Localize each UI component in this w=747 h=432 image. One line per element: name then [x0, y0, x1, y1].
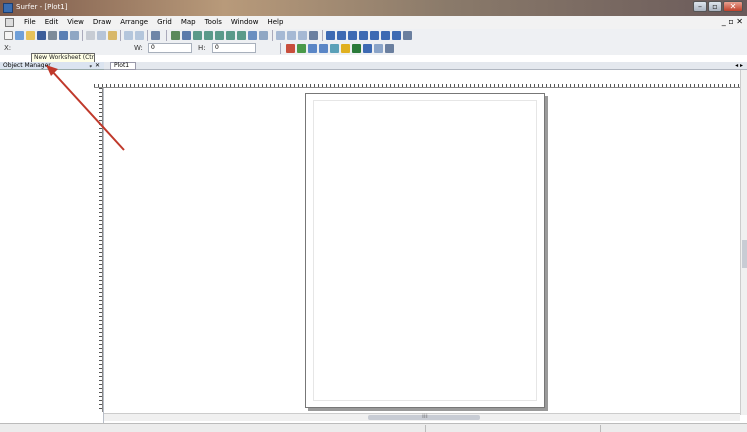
menu-map[interactable]: Map [181, 18, 196, 26]
map-wireframe-icon[interactable] [352, 44, 361, 53]
toolbar-separator [120, 30, 121, 41]
toolbar-separator [147, 30, 148, 41]
map-image-icon[interactable] [297, 44, 306, 53]
toolbar-separator [82, 30, 83, 41]
map-3d-surface-icon[interactable] [330, 44, 339, 53]
width-field[interactable]: 0 [148, 43, 192, 53]
export-icon[interactable] [59, 31, 68, 40]
position-size-toolbar: X: W: 0 H: 0 [0, 42, 747, 55]
zoom-rectangle-icon[interactable] [215, 31, 224, 40]
vertical-scroll-thumb[interactable] [742, 240, 747, 268]
toolbar-dropdown-icon[interactable] [309, 31, 318, 40]
object-manager-panel[interactable] [0, 70, 104, 425]
rotate-icon[interactable] [276, 31, 285, 40]
pan-icon[interactable] [182, 31, 191, 40]
undo-icon[interactable] [124, 31, 133, 40]
menu-draw[interactable]: Draw [93, 18, 111, 26]
new-worksheet-icon[interactable] [4, 31, 13, 40]
menu-help[interactable]: Help [267, 18, 283, 26]
x-label: X: [4, 44, 12, 52]
object-manager-header: Object Manager ᵩ ✕ [0, 62, 104, 70]
maximize-button[interactable]: ▫ [708, 1, 722, 12]
mdi-window-controls[interactable]: _ ▫ ✕ [722, 17, 743, 26]
minimize-button[interactable]: – [693, 1, 707, 12]
page-setup-icon[interactable] [70, 31, 79, 40]
close-button[interactable]: ✕ [723, 1, 743, 12]
w-label: W: [134, 44, 143, 52]
copy-icon[interactable] [97, 31, 106, 40]
zoom-in-icon[interactable] [193, 31, 202, 40]
save-icon[interactable] [37, 31, 46, 40]
status-bar [0, 423, 747, 432]
menu-view[interactable]: View [67, 18, 84, 26]
vertical-ruler [94, 88, 103, 412]
document-tab-strip: Plot1 ◂ ▸ [104, 62, 747, 70]
text-tool-icon[interactable] [326, 31, 335, 40]
redo-icon[interactable] [135, 31, 144, 40]
toolbar-separator [166, 30, 167, 41]
menu-arrange[interactable]: Arrange [120, 18, 148, 26]
page-margin [313, 100, 537, 401]
menu-bar: File Edit View Draw Arrange Grid Map Too… [0, 16, 747, 29]
map-contour-icon[interactable] [286, 44, 295, 53]
surfer-app-icon[interactable] [3, 3, 13, 13]
map-base-icon[interactable] [363, 44, 372, 53]
menu-items: File Edit View Draw Arrange Grid Map Too… [24, 18, 283, 26]
status-segment [600, 425, 660, 432]
close-panel-icon[interactable]: ✕ [95, 62, 100, 70]
menu-window[interactable]: Window [231, 18, 259, 26]
horizontal-scrollbar[interactable]: ⁞⁞⁞ [104, 413, 740, 421]
toolbar-separator [280, 43, 281, 54]
h-label: H: [198, 44, 206, 52]
draw-dropdown-icon[interactable] [403, 31, 412, 40]
vertical-scrollbar[interactable] [740, 70, 747, 415]
title-bar: Surfer - [Plot1] – ▫ ✕ [0, 0, 747, 16]
height-field[interactable]: 0 [212, 43, 256, 53]
menu-grid[interactable]: Grid [157, 18, 172, 26]
map-vector-icon[interactable] [319, 44, 328, 53]
map-post-icon[interactable] [341, 44, 350, 53]
window-controls: – ▫ ✕ [693, 1, 743, 12]
select-icon[interactable] [171, 31, 180, 40]
toolbar-separator [322, 30, 323, 41]
window-title: Surfer - [Plot1] [16, 3, 68, 11]
map-layer-icon[interactable] [374, 44, 383, 53]
rounded-rectangle-tool-icon[interactable] [381, 31, 390, 40]
scroll-grip-icon: ⁞⁞⁞ [422, 413, 428, 420]
new-plot-icon[interactable] [15, 31, 24, 40]
help-pointer-icon[interactable] [151, 31, 160, 40]
pin-icon[interactable]: ᵩ [90, 62, 93, 70]
zoom-page-icon[interactable] [226, 31, 235, 40]
menu-tools[interactable]: Tools [205, 18, 222, 26]
menu-edit[interactable]: Edit [45, 18, 59, 26]
zoom-selected-icon[interactable] [248, 31, 257, 40]
map-shaded-relief-icon[interactable] [308, 44, 317, 53]
plot-page[interactable] [305, 93, 545, 408]
zoom-out-icon[interactable] [204, 31, 213, 40]
reshape-icon[interactable] [298, 31, 307, 40]
symbol-tool-icon[interactable] [359, 31, 368, 40]
zoom-full-icon[interactable] [237, 31, 246, 40]
menu-file[interactable]: File [24, 18, 36, 26]
paste-icon[interactable] [108, 31, 117, 40]
polyline-tool-icon[interactable] [348, 31, 357, 40]
open-folder-icon[interactable] [26, 31, 35, 40]
print-icon[interactable] [48, 31, 57, 40]
tab-plot1[interactable]: Plot1 [110, 62, 136, 70]
actual-size-icon[interactable] [259, 31, 268, 40]
digitize-icon[interactable] [287, 31, 296, 40]
standard-toolbar [0, 29, 747, 42]
ellipse-tool-icon[interactable] [392, 31, 401, 40]
polygon-tool-icon[interactable] [337, 31, 346, 40]
rectangle-tool-icon[interactable] [370, 31, 379, 40]
status-segment [425, 425, 495, 432]
map-dropdown-icon[interactable] [385, 44, 394, 53]
object-manager-title: Object Manager [3, 62, 51, 69]
cut-icon[interactable] [86, 31, 95, 40]
toolbar-separator [272, 30, 273, 41]
tab-scroll-arrows[interactable]: ◂ ▸ [735, 62, 743, 69]
horizontal-ruler [94, 70, 747, 88]
document-icon[interactable] [5, 18, 14, 27]
